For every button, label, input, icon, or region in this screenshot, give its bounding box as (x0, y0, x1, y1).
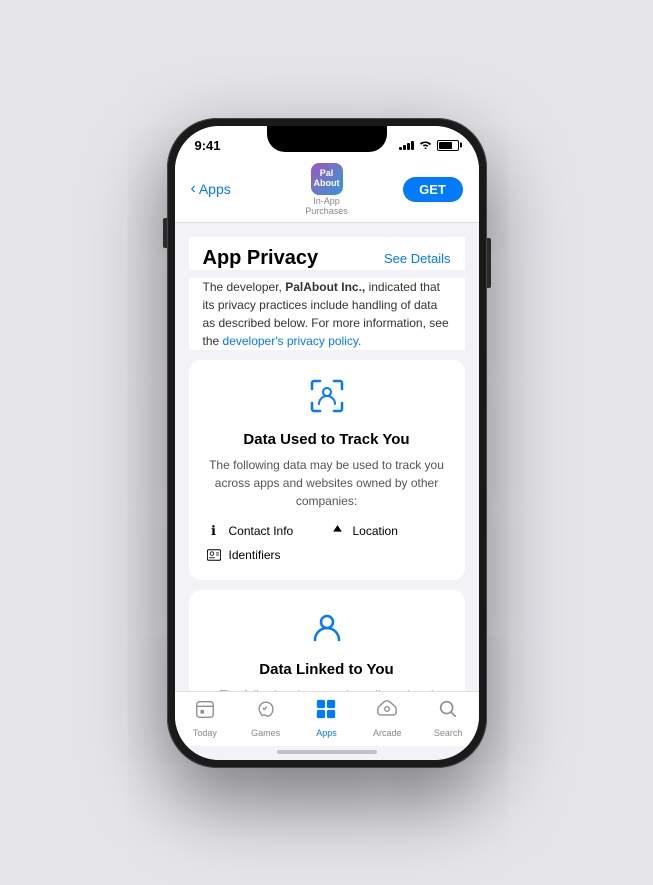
search-label: Search (434, 728, 463, 738)
wifi-icon (419, 139, 432, 152)
list-item: Identifiers (205, 546, 325, 564)
developer-name: PalAbout Inc., (285, 280, 365, 294)
today-label: Today (193, 728, 217, 738)
phone-frame: 9:41 ‹ Apps (167, 118, 487, 768)
page-title: App Privacy (203, 247, 319, 270)
chevron-left-icon: ‹ (191, 180, 196, 198)
item-label: Identifiers (229, 548, 281, 562)
linked-icon (205, 606, 449, 653)
item-label: Location (353, 524, 398, 538)
info-icon: ℹ (205, 522, 223, 540)
apps-icon (315, 698, 337, 726)
nav-subtitle: In-AppPurchases (305, 196, 348, 216)
arcade-label: Arcade (373, 728, 402, 738)
screen-content: 9:41 ‹ Apps (175, 126, 479, 760)
tab-games[interactable]: Games (246, 698, 286, 738)
location-icon (329, 522, 347, 540)
item-label: Contact Info (229, 524, 294, 538)
page-description: The developer, PalAbout Inc., indicated … (189, 278, 465, 350)
back-label: Apps (199, 181, 231, 197)
description-text-1: The developer, (203, 280, 286, 294)
apps-label: Apps (316, 728, 337, 738)
main-content: App Privacy See Details The developer, P… (175, 223, 479, 691)
nav-center: PalAbout In-AppPurchases (305, 163, 348, 216)
games-icon (255, 698, 277, 726)
page-header: App Privacy See Details (189, 237, 465, 270)
tracking-items: ℹ Contact Info Location (205, 522, 449, 564)
tab-arcade[interactable]: Arcade (367, 698, 407, 738)
id-icon (205, 546, 223, 564)
status-icons (399, 139, 459, 152)
list-item: ℹ Contact Info (205, 522, 325, 540)
list-item: Location (329, 522, 449, 540)
navigation-bar: ‹ Apps PalAbout In-AppPurchases GET (175, 157, 479, 223)
see-details-link[interactable]: See Details (384, 251, 450, 266)
phone-screen: 9:41 ‹ Apps (175, 126, 479, 760)
tracking-card-description: The following data may be used to track … (205, 456, 449, 510)
back-button[interactable]: ‹ Apps (191, 180, 251, 198)
tab-apps[interactable]: Apps (306, 698, 346, 738)
games-label: Games (251, 728, 280, 738)
get-button[interactable]: GET (403, 177, 463, 202)
app-initials: PalAbout (314, 169, 340, 189)
tab-today[interactable]: Today (185, 698, 225, 738)
arcade-icon (376, 698, 398, 726)
status-bar: 9:41 (175, 126, 479, 157)
status-time: 9:41 (195, 138, 221, 153)
home-bar (277, 750, 377, 754)
linked-card-title: Data Linked to You (205, 661, 449, 678)
tab-search[interactable]: Search (428, 698, 468, 738)
tracking-icon (205, 376, 449, 423)
app-icon: PalAbout (311, 163, 343, 195)
tab-bar: Today Games (175, 691, 479, 746)
today-icon (194, 698, 216, 726)
notch (267, 126, 387, 152)
privacy-link[interactable]: developer's privacy policy. (223, 334, 362, 348)
linked-card: Data Linked to You The following data ma… (189, 590, 465, 691)
search-icon (437, 698, 459, 726)
tracking-card-title: Data Used to Track You (205, 431, 449, 448)
home-indicator (175, 746, 479, 760)
tracking-card: Data Used to Track You The following dat… (189, 360, 465, 580)
signal-icon (399, 140, 414, 150)
battery-icon (437, 140, 459, 151)
